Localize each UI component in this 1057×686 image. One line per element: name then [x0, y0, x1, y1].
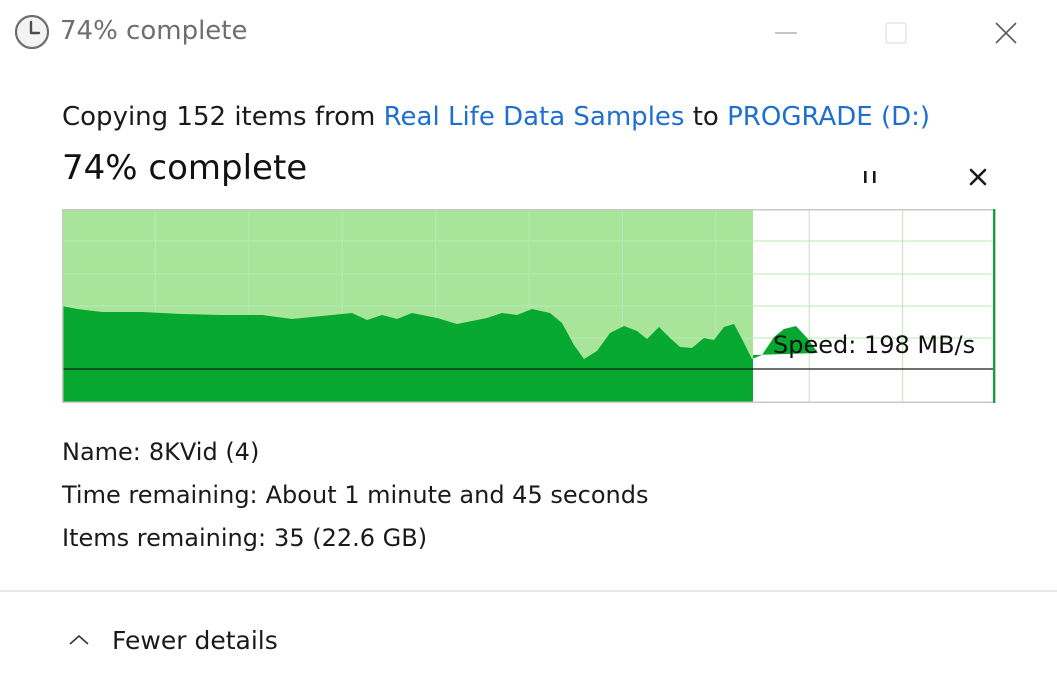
destination-link[interactable]: PROGRADE (D:) [727, 102, 930, 132]
window-title: 74% complete [60, 16, 248, 46]
minimize-button[interactable] [736, 0, 836, 66]
maximize-button[interactable] [846, 0, 946, 66]
time-remaining-row: Time remaining: About 1 minute and 45 sec… [62, 477, 648, 520]
items-remaining-value: 35 (22.6 GB) [274, 524, 428, 552]
time-remaining-value: About 1 minute and 45 seconds [265, 481, 649, 509]
copy-prefix: Copying 152 items from [62, 102, 384, 132]
cancel-icon [969, 168, 987, 186]
minimize-icon [775, 32, 797, 34]
pause-button[interactable] [848, 158, 892, 196]
cancel-button[interactable] [956, 158, 1000, 196]
details-panel: Name: 8KVid (4) Time remaining: About 1 mi… [62, 434, 648, 563]
title-bar: 74% complete [0, 0, 1057, 66]
clock-icon [14, 14, 50, 50]
speed-label: Speed: 198 MB/s [773, 331, 975, 359]
chevron-up-icon [68, 632, 90, 651]
throughput-graph: Speed: 198 MB/s [62, 209, 996, 403]
footer: Fewer details [0, 590, 1057, 686]
close-icon [995, 22, 1017, 44]
items-remaining-label: Items remaining: [62, 524, 267, 552]
name-label: Name: [62, 438, 141, 466]
copy-description: Copying 152 items from Real Life Data Sa… [62, 102, 930, 132]
pause-icon [864, 171, 876, 183]
copy-middle: to [684, 102, 728, 132]
progress-heading: 74% complete [62, 148, 308, 188]
source-link[interactable]: Real Life Data Samples [384, 102, 685, 132]
fewer-details-label: Fewer details [112, 626, 278, 655]
time-remaining-label: Time remaining: [62, 481, 258, 509]
items-remaining-row: Items remaining: 35 (22.6 GB) [62, 520, 648, 563]
maximize-icon [885, 22, 907, 44]
name-row: Name: 8KVid (4) [62, 434, 648, 477]
name-value: 8KVid (4) [148, 438, 260, 466]
close-button[interactable] [956, 0, 1056, 66]
